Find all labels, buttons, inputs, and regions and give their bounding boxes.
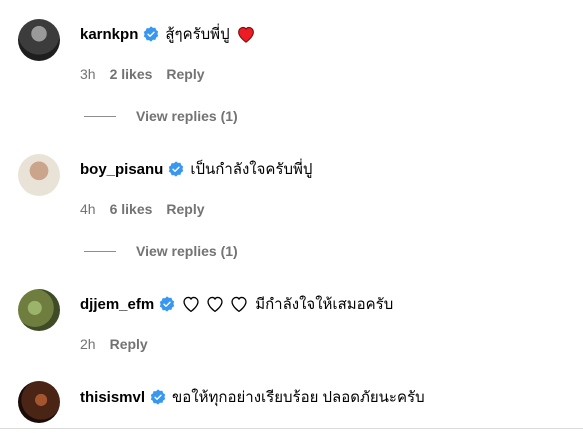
comment-text: สู้ๆครับพี่ปู bbox=[165, 26, 230, 43]
outline-heart-icon bbox=[207, 296, 223, 313]
comment-text: ขอให้ทุกอย่างเรียบร้อย ปลอดภัยนะครับ bbox=[172, 389, 425, 406]
view-replies-button[interactable]: View replies (1) bbox=[84, 243, 238, 259]
username[interactable]: karnkpn bbox=[80, 26, 138, 43]
view-replies-label: View replies (1) bbox=[136, 108, 238, 124]
verified-badge-icon bbox=[150, 389, 166, 405]
reply-button[interactable]: Reply bbox=[166, 201, 204, 217]
timestamp: 3h bbox=[80, 66, 96, 82]
verified-badge-icon bbox=[160, 296, 175, 312]
outline-heart-icon bbox=[183, 296, 199, 313]
verified-badge-icon bbox=[169, 161, 184, 177]
avatar[interactable] bbox=[18, 154, 60, 196]
avatar[interactable] bbox=[18, 381, 60, 423]
reply-button[interactable]: Reply bbox=[166, 66, 204, 82]
reply-button[interactable]: Reply bbox=[110, 336, 148, 352]
verified-badge-icon bbox=[144, 26, 159, 42]
timestamp: 4h bbox=[80, 201, 96, 217]
likes-count[interactable]: 6 likes bbox=[110, 201, 153, 217]
outline-hearts bbox=[181, 295, 249, 313]
divider bbox=[84, 250, 116, 252]
username[interactable]: djjem_efm bbox=[80, 296, 154, 313]
comment-text: เป็นกำลังใจครับพี่ปู bbox=[190, 161, 313, 178]
divider bbox=[84, 115, 116, 117]
view-replies-label: View replies (1) bbox=[136, 243, 238, 259]
divider bbox=[0, 428, 583, 429]
timestamp: 2h bbox=[80, 336, 96, 352]
red-heart-icon bbox=[237, 26, 254, 43]
likes-count[interactable]: 2 likes bbox=[110, 66, 153, 82]
view-replies-button[interactable]: View replies (1) bbox=[84, 108, 238, 124]
avatar[interactable] bbox=[18, 19, 60, 61]
comment-text: มีกำลังใจให้เสมอครับ bbox=[255, 296, 394, 313]
username[interactable]: boy_pisanu bbox=[80, 161, 163, 178]
outline-heart-icon bbox=[231, 296, 247, 313]
username[interactable]: thisismvl bbox=[80, 389, 145, 406]
avatar[interactable] bbox=[18, 289, 60, 331]
